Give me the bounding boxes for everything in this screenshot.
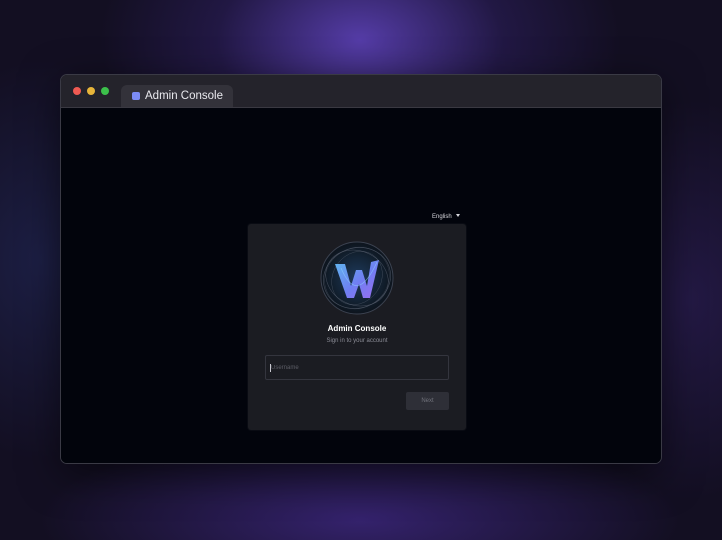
chevron-down-icon: [455, 214, 460, 217]
minimize-window-button[interactable]: [87, 87, 95, 95]
language-label: English: [432, 214, 452, 220]
maximize-window-button[interactable]: [101, 87, 109, 95]
window-titlebar: Admin Console: [61, 75, 661, 108]
next-button[interactable]: Next: [406, 392, 449, 410]
tab-admin-console[interactable]: Admin Console: [121, 85, 233, 107]
login-card: Admin Console Sign in to your account Ne…: [248, 224, 466, 430]
w-logo-icon: [320, 241, 394, 315]
text-cursor: [270, 364, 271, 372]
close-window-button[interactable]: [73, 87, 81, 95]
browser-window: Admin Console English Admin Console Sign…: [60, 74, 662, 464]
tab-title: Admin Console: [145, 90, 223, 102]
username-input[interactable]: [265, 355, 449, 380]
page-content: English Admin Console Sign in to your ac…: [61, 108, 661, 463]
login-title: Admin Console: [327, 324, 387, 333]
login-subtitle: Sign in to your account: [326, 338, 388, 344]
app-square-icon: [132, 92, 140, 100]
language-selector[interactable]: English: [432, 213, 460, 221]
